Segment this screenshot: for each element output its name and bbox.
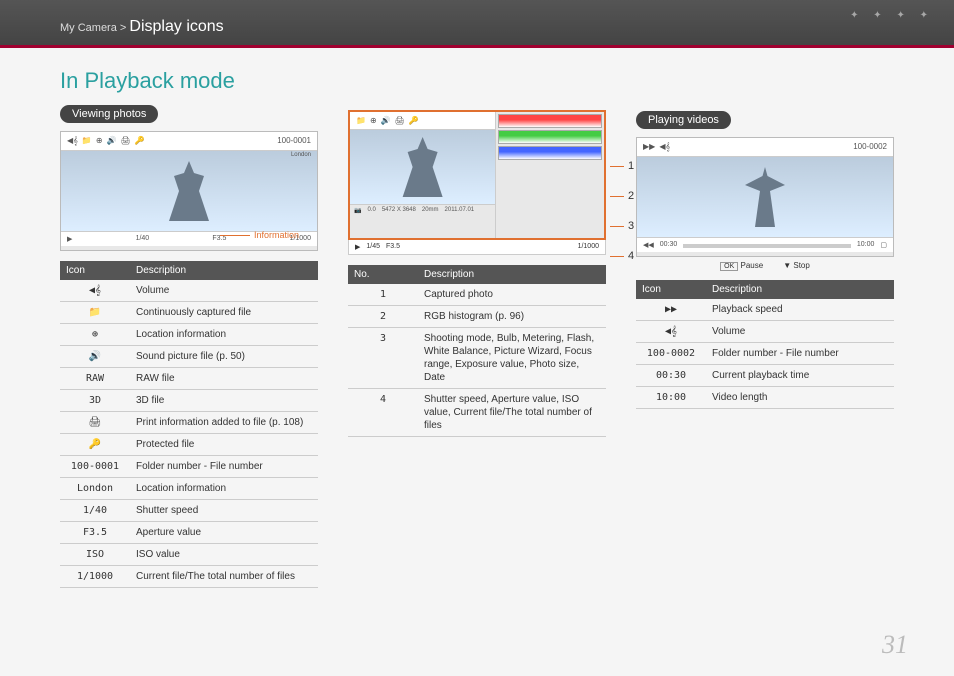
- table-row: 1Captured photo: [348, 284, 606, 306]
- th-desc: Description: [706, 280, 894, 299]
- table-video: Icon Description ▶▶Playback speed◀𝄞Volum…: [636, 280, 894, 409]
- speed-icon: ▶▶: [643, 142, 655, 152]
- pill-viewing-photos: Viewing photos: [60, 105, 158, 123]
- table-row: 3Shooting mode, Bulb, Metering, Flash, W…: [348, 328, 606, 389]
- breadcrumb: My Camera > Display icons: [60, 18, 224, 36]
- breadcrumb-title: Display icons: [129, 18, 223, 35]
- info-panel: London: [291, 152, 311, 159]
- table-row: 1/1000Current file/The total number of f…: [60, 566, 318, 588]
- sound-icon: 🔊: [107, 136, 117, 146]
- decorative-stars: ✦ ✦ ✦ ✦: [850, 10, 934, 21]
- breadcrumb-sep: >: [120, 22, 126, 34]
- table-row: F3.5Aperture value: [60, 522, 318, 544]
- th-icon: Icon: [60, 261, 130, 280]
- table-row: 1/40Shutter speed: [60, 500, 318, 522]
- key-icon: 🔑: [135, 136, 145, 146]
- table-row: 📁Continuously captured file: [60, 302, 318, 324]
- table-row: ◀𝄞Volume: [60, 280, 318, 302]
- volume-icon: ◀𝄞: [659, 142, 670, 152]
- table-row: 🔑Protected file: [60, 434, 318, 456]
- table-row: 00:30Current playback time: [636, 365, 894, 387]
- table-row: ⊕Location information: [60, 324, 318, 346]
- breadcrumb-section: My Camera: [60, 22, 117, 34]
- video-preview: ▶▶ ◀𝄞 100-0002 ◀◀ 00:30 10:00 ▢: [636, 137, 894, 257]
- print-icon: 🖨: [121, 136, 131, 146]
- th-icon: Icon: [636, 280, 706, 299]
- table-row: 3D3D file: [60, 390, 318, 412]
- video-controls: OK Pause ▼ Stop: [636, 261, 894, 270]
- table-row: 🔊Sound picture file (p. 50): [60, 346, 318, 368]
- pill-playing-videos: Playing videos: [636, 111, 731, 129]
- table-row: 🖨Print information added to file (p. 108…: [60, 412, 318, 434]
- rgb-histogram: [496, 112, 604, 238]
- file-number: 100-0002: [853, 142, 887, 152]
- header-bar: My Camera > Display icons ✦ ✦ ✦ ✦: [0, 0, 954, 48]
- table-row: ISOISO value: [60, 544, 318, 566]
- table-row: 10:00Video length: [636, 387, 894, 409]
- table-row: RAWRAW file: [60, 368, 318, 390]
- numbered-callouts: 1 2 3 4: [610, 160, 634, 262]
- silhouette-icon: [398, 137, 448, 197]
- folder-icon: 📁: [356, 116, 366, 125]
- column-viewing-photos: In Playback mode Viewing photos ◀𝄞 📁 ⊕ 🔊…: [60, 68, 318, 588]
- photo-preview-2: 📁⊕🔊🖨🔑 📷0.0 5472 X 3648 20mm 2011.07.01: [348, 110, 606, 240]
- table-row: 100-0002Folder number - File number: [636, 343, 894, 365]
- table-row: ◀𝄞Volume: [636, 321, 894, 343]
- silhouette-icon: [164, 161, 214, 221]
- table-row: ▶▶Playback speed: [636, 299, 894, 321]
- table-row: LondonLocation information: [60, 478, 318, 500]
- file-number: 100-0001: [277, 136, 311, 146]
- information-callout: Information: [220, 230, 299, 240]
- section-heading: In Playback mode: [60, 68, 318, 94]
- volume-icon: ◀𝄞: [67, 136, 78, 146]
- table-row: 2RGB histogram (p. 96): [348, 306, 606, 328]
- table-row: 4Shutter speed, Aperture value, ISO valu…: [348, 389, 606, 437]
- table-numbered: No. Description 1Captured photo2RGB hist…: [348, 265, 606, 437]
- th-desc: Description: [418, 265, 606, 284]
- th-desc: Description: [130, 261, 318, 280]
- folder-icon: 📁: [82, 136, 92, 146]
- video-bottom-bar: ◀◀ 00:30 10:00 ▢: [637, 237, 893, 252]
- column-numbered: 📁⊕🔊🖨🔑 📷0.0 5472 X 3648 20mm 2011.07.01 ▶…: [348, 68, 606, 588]
- table-row: 100-0001Folder number - File number: [60, 456, 318, 478]
- column-playing-videos: Playing videos ▶▶ ◀𝄞 100-0002 ◀◀ 00:30 1…: [636, 68, 894, 588]
- table-photos: Icon Description ◀𝄞Volume📁Continuously c…: [60, 261, 318, 588]
- page-number: 31: [882, 630, 908, 660]
- th-no: No.: [348, 265, 418, 284]
- location-icon: ⊕: [96, 136, 103, 146]
- dancer-silhouette-icon: [740, 167, 790, 227]
